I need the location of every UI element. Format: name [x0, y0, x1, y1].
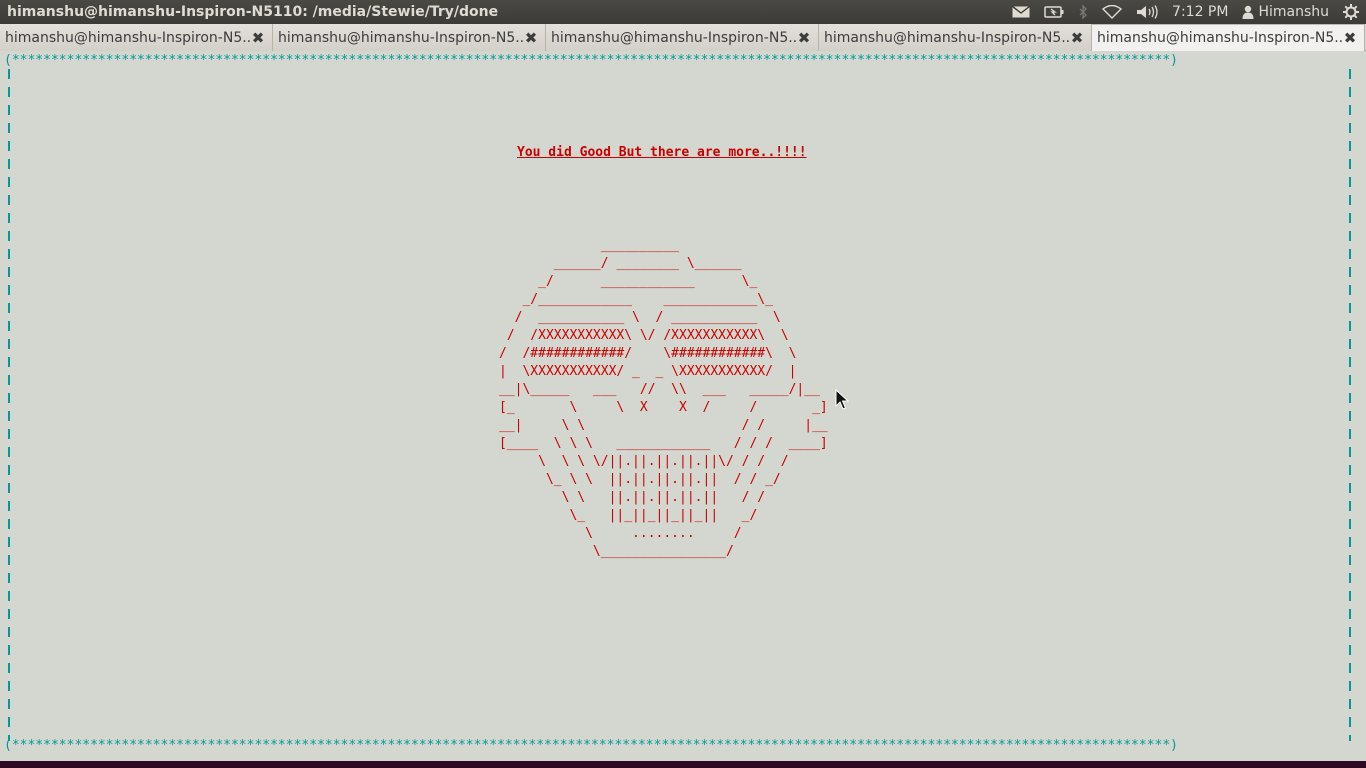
close-icon[interactable]: ✖ — [796, 29, 812, 47]
terminal-output[interactable]: (***************************************… — [0, 51, 1366, 761]
indicator-area: 7:12 PM Himanshu — [1005, 0, 1366, 24]
wifi-icon[interactable] — [1095, 0, 1129, 24]
tab-label: himanshu@himanshu-Inspiron-N5... — [824, 29, 1069, 46]
message-text: You did Good But there are more..!!!! — [517, 145, 807, 160]
close-icon[interactable]: ✖ — [1342, 29, 1358, 47]
user-name: Himanshu — [1258, 4, 1329, 20]
terminal-tab-2[interactable]: himanshu@himanshu-Inspiron-N5... ✖ — [273, 24, 546, 51]
terminal-tab-1[interactable]: himanshu@himanshu-Inspiron-N5... ✖ — [0, 24, 273, 51]
border-right — [1349, 69, 1351, 741]
close-icon[interactable]: ✖ — [250, 29, 266, 47]
border-top: (***************************************… — [4, 53, 1178, 68]
bluetooth-icon[interactable] — [1071, 0, 1095, 24]
tab-label: himanshu@himanshu-Inspiron-N5... — [1097, 30, 1342, 46]
scrollbar[interactable] — [1356, 51, 1366, 761]
battery-icon[interactable] — [1037, 0, 1071, 24]
tab-label: himanshu@himanshu-Inspiron-N5... — [5, 29, 250, 46]
top-panel: himanshu@himanshu-Inspiron-N5110: /media… — [0, 0, 1366, 24]
tab-label: himanshu@himanshu-Inspiron-N5... — [278, 29, 523, 46]
close-icon[interactable]: ✖ — [523, 29, 539, 47]
mouse-pointer-icon — [835, 389, 849, 410]
terminal-tab-4[interactable]: himanshu@himanshu-Inspiron-N5... ✖ — [819, 24, 1092, 51]
desktop-bottom-edge — [0, 761, 1366, 768]
terminal-tab-5-active[interactable]: himanshu@himanshu-Inspiron-N5... ✖ — [1092, 24, 1365, 51]
volume-icon[interactable] — [1129, 0, 1165, 24]
ascii-art-skull: __________ ______/ ________ \______ _/ _… — [499, 238, 828, 559]
border-left — [8, 69, 10, 741]
power-gear-icon[interactable] — [1336, 0, 1366, 24]
user-icon — [1242, 5, 1254, 19]
terminal-tab-bar: himanshu@himanshu-Inspiron-N5... ✖ himan… — [0, 24, 1366, 51]
user-menu[interactable]: Himanshu — [1235, 0, 1336, 24]
tab-label: himanshu@himanshu-Inspiron-N5... — [551, 29, 796, 46]
window-title: himanshu@himanshu-Inspiron-N5110: /media… — [7, 4, 499, 20]
clock[interactable]: 7:12 PM — [1165, 0, 1235, 24]
terminal-tab-3[interactable]: himanshu@himanshu-Inspiron-N5... ✖ — [546, 24, 819, 51]
mail-icon[interactable] — [1005, 0, 1037, 24]
close-icon[interactable]: ✖ — [1069, 29, 1085, 47]
border-bottom: (***************************************… — [4, 738, 1178, 753]
